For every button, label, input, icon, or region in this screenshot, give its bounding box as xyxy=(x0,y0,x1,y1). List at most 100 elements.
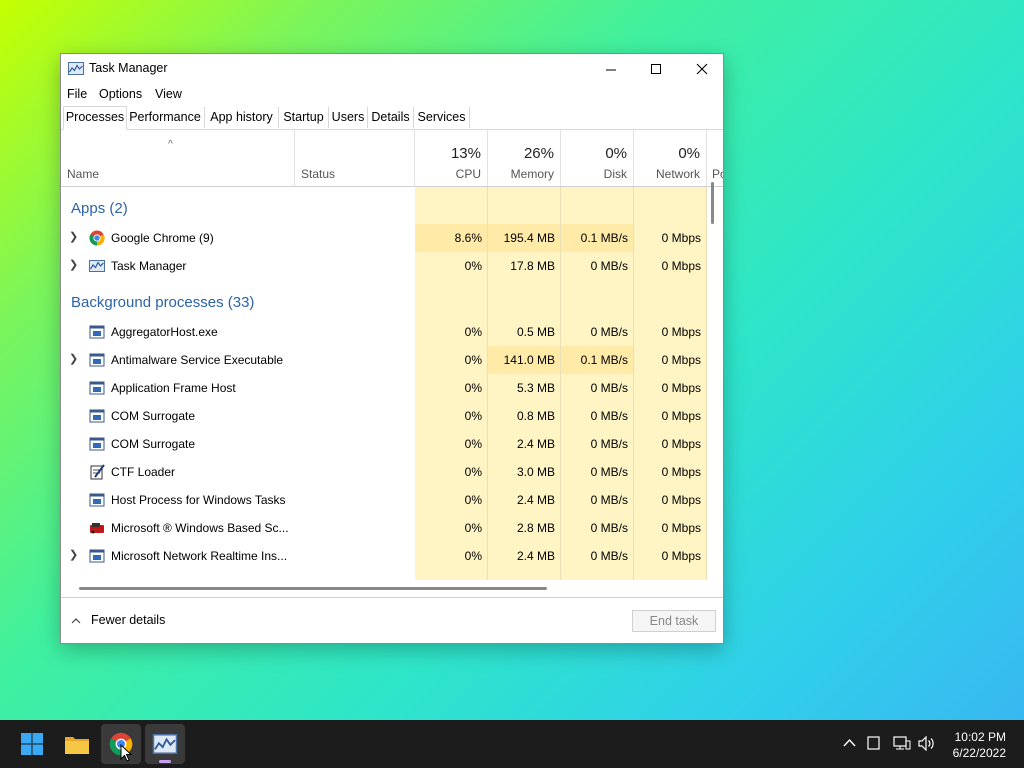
network-value: 0 Mbps xyxy=(661,259,701,273)
disk-value: 0.1 MB/s xyxy=(580,231,628,245)
process-icon xyxy=(89,437,105,451)
process-name: CTF Loader xyxy=(111,465,176,479)
chrome-taskbar-button[interactable] xyxy=(101,724,141,764)
cpu-value: 0% xyxy=(464,549,482,563)
chevron-up-icon[interactable] xyxy=(843,737,856,750)
horizontal-scrollbar[interactable] xyxy=(79,587,547,590)
tab-startup[interactable]: Startup xyxy=(279,107,329,128)
task-manager-icon xyxy=(152,734,178,754)
tablet-icon[interactable] xyxy=(867,736,880,750)
end-task-button[interactable]: End task xyxy=(632,610,716,632)
network-icon[interactable] xyxy=(893,736,911,751)
cpu-value: 0% xyxy=(464,493,482,507)
file-explorer-button[interactable] xyxy=(57,724,97,764)
task-manager-icon xyxy=(89,260,105,272)
chevron-right-icon[interactable]: ❯ xyxy=(69,548,78,561)
tab-users[interactable]: Users xyxy=(329,107,368,128)
memory-value: 5.3 MB xyxy=(516,381,555,395)
task-manager-window: Task Manager File Options View Processes… xyxy=(60,53,724,644)
memory-value: 2.4 MB xyxy=(516,437,555,451)
memory-value: 0.5 MB xyxy=(516,325,555,339)
disk-value: 0 MB/s xyxy=(590,493,628,507)
memory-value: 141.0 MB xyxy=(503,353,555,367)
windows-logo-icon xyxy=(21,733,43,755)
disk-value: 0 MB/s xyxy=(590,409,628,423)
table-row[interactable]: Microsoft ® Windows Based Sc... 0% 2.8 M… xyxy=(61,514,707,542)
network-value: 0 Mbps xyxy=(661,437,701,451)
process-icon xyxy=(89,325,105,339)
close-button[interactable] xyxy=(679,54,725,84)
process-icon xyxy=(89,549,105,563)
chrome-icon xyxy=(89,230,105,246)
table-row[interactable]: ❯ Antimalware Service Executable 0% 141.… xyxy=(61,346,707,374)
column-header-power[interactable]: Po xyxy=(707,130,723,186)
process-name: Microsoft ® Windows Based Sc... xyxy=(111,521,289,535)
process-icon xyxy=(89,409,105,423)
chevron-right-icon[interactable]: ❯ xyxy=(69,352,78,365)
clock[interactable]: 10:02 PM 6/22/2022 xyxy=(953,729,1006,761)
tab-details[interactable]: Details xyxy=(368,107,414,128)
tab-processes[interactable]: Processes xyxy=(63,106,127,130)
process-icon xyxy=(89,493,105,507)
disk-value: 0 MB/s xyxy=(590,437,628,451)
memory-total: 26% xyxy=(523,145,554,162)
table-row[interactable]: ❯ Task Manager 0% 17.8 MB 0 MB/s 0 Mbps xyxy=(61,252,707,280)
column-header-disk[interactable]: 0% Disk xyxy=(561,130,634,186)
column-header-network[interactable]: 0% Network xyxy=(634,130,707,186)
table-row[interactable]: COM Surrogate 0% 2.4 MB 0 MB/s 0 Mbps xyxy=(61,430,707,458)
sort-ascending-icon: ^ xyxy=(168,139,173,150)
column-header-cpu[interactable]: 13% CPU xyxy=(415,130,488,186)
table-row[interactable]: CTF Loader 0% 3.0 MB 0 MB/s 0 Mbps xyxy=(61,458,707,486)
memory-value: 2.8 MB xyxy=(516,521,555,535)
volume-icon[interactable] xyxy=(918,736,936,751)
task-manager-taskbar-button[interactable] xyxy=(145,724,185,764)
memory-value: 2.4 MB xyxy=(516,493,555,507)
title-bar[interactable]: Task Manager xyxy=(61,54,723,84)
menu-file[interactable]: File xyxy=(67,87,87,101)
network-value: 0 Mbps xyxy=(661,353,701,367)
process-table: ^ Name Status 13% CPU 26% Memory 0% Disk… xyxy=(61,130,723,580)
start-button[interactable] xyxy=(12,724,52,764)
table-row[interactable]: AggregatorHost.exe 0% 0.5 MB 0 MB/s 0 Mb… xyxy=(61,318,707,346)
tab-services[interactable]: Services xyxy=(414,107,470,128)
column-label: Memory xyxy=(510,167,554,181)
script-host-icon xyxy=(90,523,104,534)
process-name: Task Manager xyxy=(111,259,187,273)
disk-value: 0 MB/s xyxy=(590,381,628,395)
disk-total: 0% xyxy=(605,145,627,162)
network-value: 0 Mbps xyxy=(661,231,701,245)
maximize-button[interactable] xyxy=(633,54,679,84)
network-value: 0 Mbps xyxy=(661,493,701,507)
fewer-details-button[interactable]: Fewer details xyxy=(71,613,165,627)
table-row[interactable]: Application Frame Host 0% 5.3 MB 0 MB/s … xyxy=(61,374,707,402)
header-divider xyxy=(61,186,723,187)
column-header-status[interactable]: Status xyxy=(295,130,415,186)
table-row[interactable]: ❯ Google Chrome (9) 8.6% 195.4 MB 0.1 MB… xyxy=(61,224,707,252)
chevron-right-icon[interactable]: ❯ xyxy=(69,258,78,271)
process-name: COM Surrogate xyxy=(111,437,196,451)
cpu-value: 0% xyxy=(464,465,482,479)
menu-view[interactable]: View xyxy=(155,87,182,101)
tab-bar: Processes Performance App history Startu… xyxy=(61,106,723,130)
chevron-right-icon[interactable]: ❯ xyxy=(69,230,78,243)
minimize-button[interactable] xyxy=(588,54,634,84)
table-row[interactable]: Host Process for Windows Tasks 0% 2.4 MB… xyxy=(61,486,707,514)
cpu-value: 0% xyxy=(464,381,482,395)
table-row[interactable]: COM Surrogate 0% 0.8 MB 0 MB/s 0 Mbps xyxy=(61,402,707,430)
column-label: Name xyxy=(67,167,100,181)
vertical-scrollbar[interactable] xyxy=(711,182,714,224)
table-row[interactable]: ❯ Microsoft Network Realtime Ins... 0% 2… xyxy=(61,542,707,570)
cpu-value: 0% xyxy=(464,437,482,451)
network-value: 0 Mbps xyxy=(661,549,701,563)
column-header-name[interactable]: ^ Name xyxy=(61,130,295,186)
tab-app-history[interactable]: App history xyxy=(205,107,279,128)
close-icon xyxy=(696,63,708,75)
process-name: COM Surrogate xyxy=(111,409,196,423)
column-header-memory[interactable]: 26% Memory xyxy=(488,130,561,186)
tab-performance[interactable]: Performance xyxy=(126,107,205,128)
menu-options[interactable]: Options xyxy=(99,87,142,101)
network-value: 0 Mbps xyxy=(661,521,701,535)
cpu-value: 8.6% xyxy=(454,231,482,245)
clock-time: 10:02 PM xyxy=(954,730,1006,744)
memory-value: 3.0 MB xyxy=(516,465,555,479)
